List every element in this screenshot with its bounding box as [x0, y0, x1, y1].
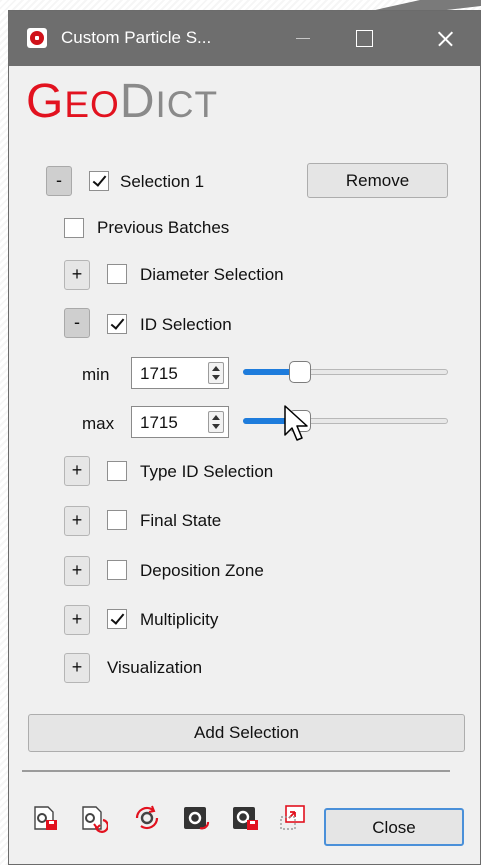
id-selection-label: ID Selection [140, 315, 232, 334]
selection-1-checkbox[interactable] [89, 171, 109, 191]
apply-settings-icon[interactable] [181, 803, 211, 833]
final-state-label: Final State [140, 511, 222, 530]
minimize-button[interactable] [274, 11, 332, 66]
close-button[interactable]: Close [324, 808, 464, 846]
collapse-selection-button[interactable]: - [46, 166, 72, 196]
remove-button[interactable]: Remove [307, 163, 448, 198]
title-bar[interactable]: Custom Particle S... [9, 11, 480, 66]
max-label: max [82, 414, 115, 433]
save-settings-icon[interactable] [78, 803, 109, 833]
export-settings-icon[interactable] [230, 803, 260, 833]
diameter-selection-checkbox[interactable] [107, 264, 127, 284]
final-state-checkbox[interactable] [107, 510, 127, 530]
max-value: 1715 [140, 413, 178, 432]
id-selection-checkbox[interactable] [107, 314, 127, 334]
type-id-selection-checkbox[interactable] [107, 461, 127, 481]
deposition-zone-checkbox[interactable] [107, 560, 127, 580]
selection-1-label: Selection 1 [120, 172, 205, 191]
visualization-label: Visualization [107, 658, 203, 677]
expand-diameter-selection-button[interactable]: + [64, 260, 90, 290]
max-spin-arrows[interactable] [208, 411, 224, 433]
min-value: 1715 [140, 364, 178, 383]
type-id-selection-label: Type ID Selection [140, 462, 274, 481]
min-spinbox[interactable]: 1715 [131, 357, 229, 389]
min-slider-handle[interactable] [289, 361, 311, 383]
min-spin-arrows[interactable] [208, 362, 224, 384]
previous-batches-label: Previous Batches [97, 218, 230, 237]
window-title: Custom Particle S... [61, 28, 212, 47]
separator [22, 770, 450, 772]
reset-settings-icon[interactable] [132, 803, 162, 833]
close-window-button[interactable] [416, 11, 474, 66]
diameter-selection-label: Diameter Selection [140, 265, 284, 284]
expand-deposition-zone-button[interactable]: + [64, 556, 90, 586]
max-slider[interactable] [243, 409, 448, 433]
maximize-button[interactable] [335, 11, 393, 66]
expand-final-state-button[interactable]: + [64, 506, 90, 536]
deposition-zone-label: Deposition Zone [140, 561, 264, 580]
multiplicity-checkbox[interactable] [107, 609, 127, 629]
expand-multiplicity-button[interactable]: + [64, 605, 90, 635]
macro-record-icon[interactable] [278, 803, 308, 833]
previous-batches-checkbox[interactable] [64, 218, 84, 238]
max-spinbox[interactable]: 1715 [131, 406, 229, 438]
expand-visualization-button[interactable]: + [64, 653, 90, 683]
geodict-app-icon [27, 28, 47, 48]
load-settings-icon[interactable] [30, 803, 60, 833]
min-slider[interactable] [243, 360, 448, 384]
min-label: min [82, 365, 110, 384]
add-selection-button[interactable]: Add Selection [28, 714, 465, 752]
geodict-logo: GEODICT [26, 75, 219, 128]
multiplicity-label: Multiplicity [140, 610, 219, 629]
expand-type-id-selection-button[interactable]: + [64, 456, 90, 486]
mouse-cursor-icon [284, 405, 308, 441]
collapse-id-selection-button[interactable]: - [64, 308, 90, 338]
